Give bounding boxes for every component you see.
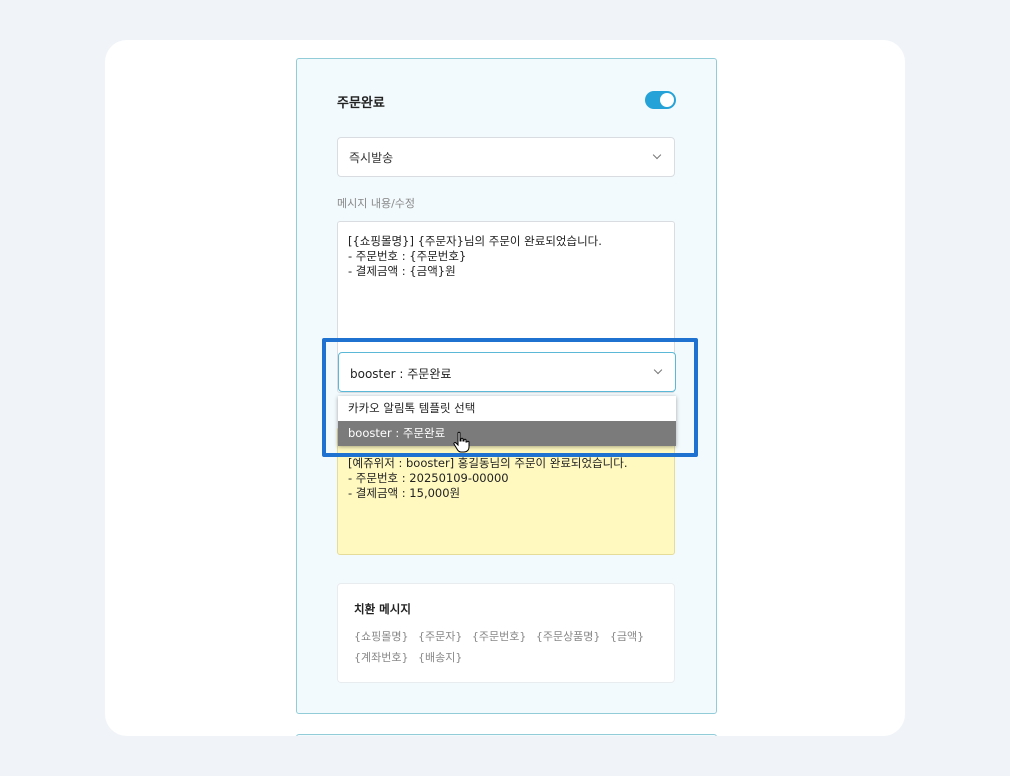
tag-mall-name[interactable]: {쇼핑몰명} [354,626,408,647]
send-type-value: 즉시발송 [349,151,394,165]
panel-title: 주문완료 [337,96,385,111]
enable-toggle[interactable] [645,91,676,109]
message-label: 메시지 내용/수정 [337,197,416,210]
tag-amount[interactable]: {금액} [610,626,644,647]
tag-orderer[interactable]: {주문자} [418,626,462,647]
substitution-tags: {쇼핑몰명} {주문자} {주문번호} {주문상품명} {금액} {계좌번호} … [354,626,654,668]
template-dropdown-list: 카카오 알림톡 템플릿 선택 booster : 주문완료 [338,396,676,446]
chevron-down-icon [653,365,663,375]
chevron-down-icon [652,150,662,160]
tag-product-name[interactable]: {주문상품명} [536,626,601,647]
template-option-selected[interactable]: booster : 주문완료 [338,421,676,446]
tag-order-number[interactable]: {주문번호} [472,626,526,647]
send-type-select[interactable]: 즉시발송 [337,137,675,177]
substitution-title: 치환 메시지 [354,602,411,616]
substitution-card: 치환 메시지 {쇼핑몰명} {주문자} {주문번호} {주문상품명} {금액} … [337,583,675,683]
template-select[interactable]: booster : 주문완료 [338,352,676,392]
hand-cursor-icon [453,431,470,453]
tag-address[interactable]: {배송지} [418,647,462,668]
next-panel [296,734,717,736]
toggle-knob [660,93,674,107]
template-select-value: booster : 주문완료 [350,367,452,381]
template-option[interactable]: 카카오 알림톡 템플릿 선택 [338,396,676,421]
tag-account-number[interactable]: {계좌번호} [354,647,408,668]
